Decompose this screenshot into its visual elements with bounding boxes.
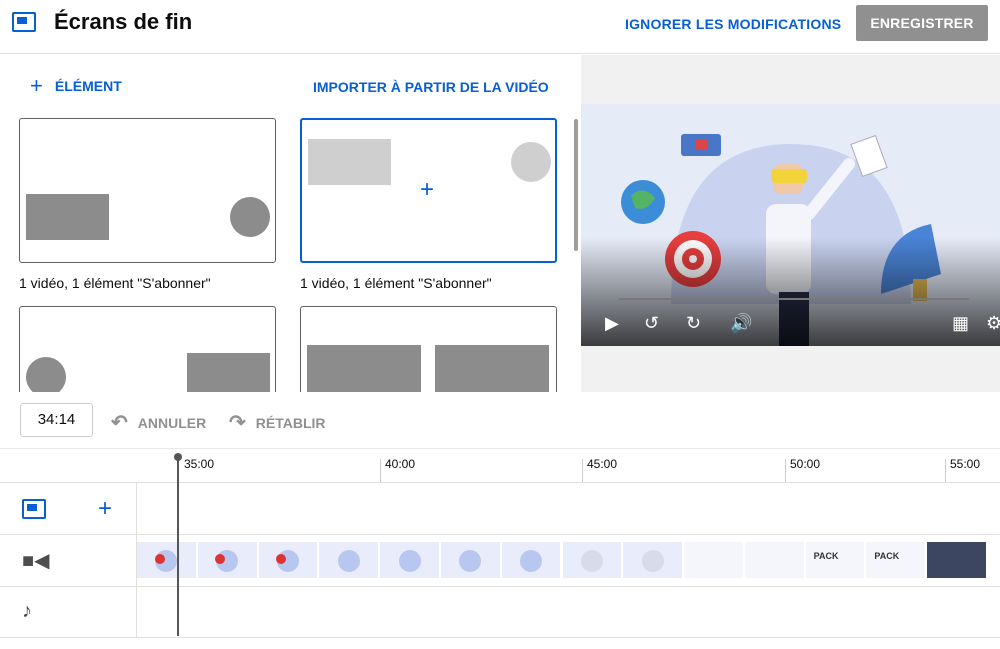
frame-figure [337,550,360,572]
filmstrip-frame: PACK [866,542,928,578]
template-card[interactable] [19,306,276,392]
add-end-screen-element-icon[interactable]: + [98,495,112,523]
settings-icon[interactable]: ⚙ [986,313,1000,334]
scrollbar[interactable] [574,119,578,251]
end-screen-track[interactable]: + [0,482,1000,534]
tick-label: 45:00 [587,457,618,471]
filmstrip-frame [562,542,624,578]
track-header: + [0,483,137,534]
current-time-input[interactable]: 34:14 [20,403,93,437]
page-title: Écrans de fin [54,9,193,34]
filmstrip-frame [319,542,381,578]
divider [0,637,1000,638]
preview-panel: ▶ ↺ ↻ 🔊 ▦ ⚙ [581,55,1000,392]
videocam-icon: ■◀ [22,550,50,572]
audio-track[interactable]: ♪ [0,586,1000,638]
video-placeholder [187,353,270,392]
video-placeholder [26,194,109,240]
plus-icon: + [30,73,43,98]
video-placeholder [435,345,549,392]
frame-text: PACK [813,551,839,561]
filmstrip-frame [258,542,320,578]
tick-label: 35:00 [184,457,215,471]
frame-figure [520,550,543,572]
import-from-video-button[interactable]: IMPORTER À PARTIR DE LA VIDÉO [313,79,549,95]
filmstrip-frame [137,542,198,578]
music-note-icon: ♪ [22,600,32,622]
tick-mark [582,459,583,483]
filmstrip-frame: PACK [805,542,867,578]
undo-icon: ↶ [111,412,128,434]
subscribe-placeholder [511,142,551,182]
filmstrip-frame [501,542,563,578]
filmstrip-frame [744,542,806,578]
template-card[interactable] [19,118,276,263]
timeline-ruler[interactable]: 35:00 40:00 45:00 50:00 55:00 [0,448,1000,483]
redo-icon: ↷ [229,412,246,434]
grid-icon[interactable]: ▦ [952,313,969,334]
filmstrip-frame [380,542,441,578]
track-header: ♪ [0,587,137,638]
video-placeholder [308,139,391,185]
header: Écrans de fin IGNORER LES MODIFICATIONS … [0,0,1000,54]
frame-figure [641,550,664,572]
forward-10-icon[interactable]: ↻ [686,313,701,334]
filmstrip-frame [440,542,502,578]
filmstrip-frame [623,542,685,578]
discard-changes-button[interactable]: IGNORER LES MODIFICATIONS [615,10,851,40]
frame-text: PACK [874,551,900,561]
save-button[interactable]: ENREGISTRER [856,5,988,41]
plus-icon: + [420,176,435,203]
template-card-selected[interactable]: + [300,118,557,263]
redo-label: RÉTABLIR [255,414,326,431]
tick-mark [945,459,946,483]
frame-target [154,554,165,564]
playhead[interactable] [177,454,179,636]
rewind-10-icon[interactable]: ↺ [644,313,659,334]
frame-figure [398,550,421,572]
play-icon[interactable]: ▶ [605,313,619,334]
playhead-handle[interactable] [174,453,182,461]
undo-label: ANNULER [137,414,207,431]
undo-button[interactable]: ↶ ANNULER [111,410,206,435]
template-panel: + ÉLÉMENT IMPORTER À PARTIR DE LA VIDÉO … [0,55,580,392]
filmstrip-frame [197,542,259,578]
frame-figure [580,550,603,572]
add-element-label: ÉLÉMENT [54,78,122,94]
video-placeholder [307,345,421,392]
video-filmstrip[interactable]: PACK PACK [137,542,988,580]
filmstrip-frame [927,542,988,578]
video-track[interactable]: ■◀ PACK PACK [0,534,1000,586]
video-preview[interactable] [581,104,1000,346]
template-caption: 1 vidéo, 1 élément "S'abonner" [19,275,211,291]
tick-mark [380,459,381,483]
tick-mark [785,459,786,483]
subscribe-placeholder [230,197,270,237]
filmstrip-frame [684,542,745,578]
end-screen-icon [12,12,36,32]
end-screen-track-icon [22,499,46,519]
add-element-button[interactable]: + ÉLÉMENT [30,73,122,98]
template-caption: 1 vidéo, 1 élément "S'abonner" [300,275,492,291]
frame-figure [459,550,482,572]
tick-label: 40:00 [385,457,416,471]
track-header: ■◀ [0,535,137,586]
tick-label: 55:00 [950,457,981,471]
subscribe-placeholder [26,357,66,392]
volume-icon[interactable]: 🔊 [730,313,752,334]
tick-label: 50:00 [790,457,821,471]
template-card[interactable] [300,306,557,392]
redo-button[interactable]: ↷ RÉTABLIR [229,410,326,435]
